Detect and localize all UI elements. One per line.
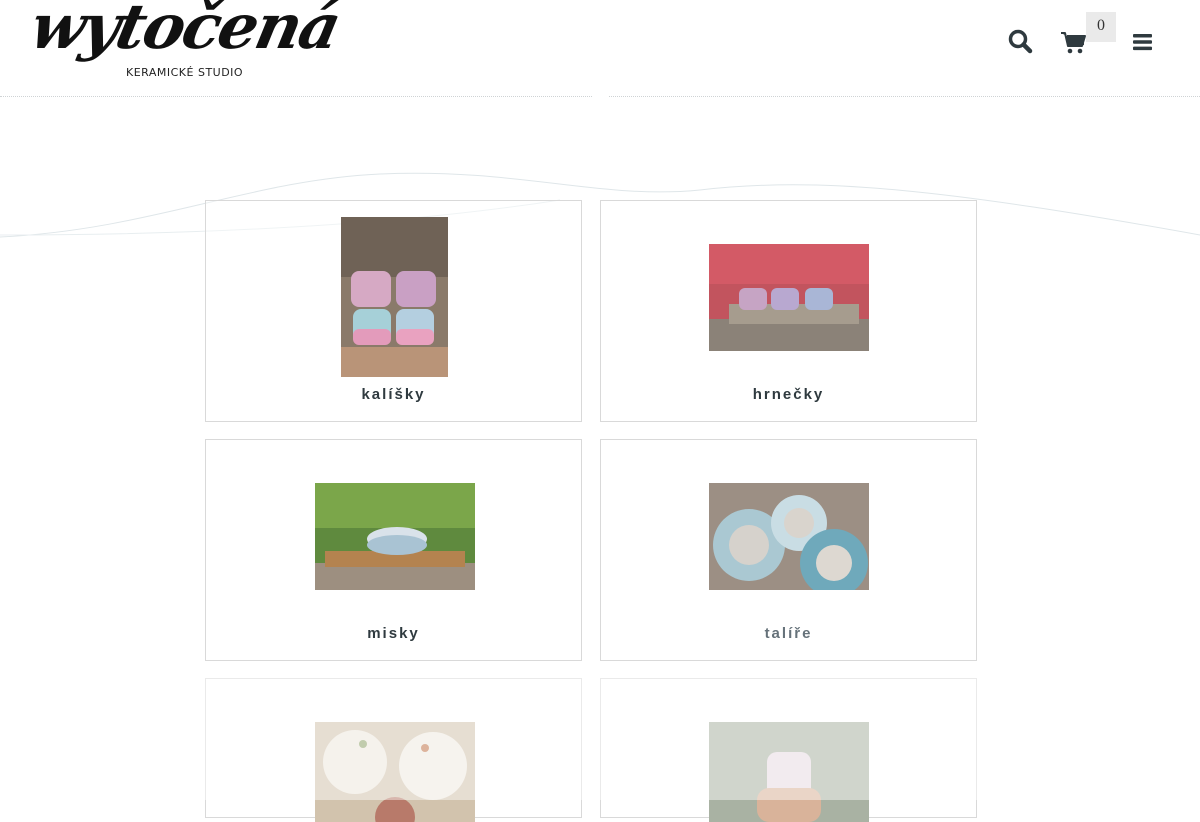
category-card-6[interactable] xyxy=(600,678,977,822)
category-label[interactable]: hrnečky xyxy=(601,386,976,403)
category-card-kalisky[interactable]: kalíšky xyxy=(205,200,582,422)
category-label[interactable]: talíře xyxy=(601,625,976,642)
category-card-5[interactable] xyxy=(205,678,582,822)
logo-wordmark: wytočená xyxy=(24,0,346,63)
cart-count-badge[interactable]: 0 xyxy=(1086,12,1116,42)
category-image-5 xyxy=(315,722,475,822)
category-image-misky xyxy=(315,483,475,590)
category-card-hrnecky[interactable]: hrnečky xyxy=(600,200,977,422)
category-image-kalisky xyxy=(341,217,448,377)
site-logo[interactable]: wytočená KERAMICKÉ STUDIO xyxy=(24,0,345,88)
shopping-cart-icon xyxy=(1061,32,1086,54)
category-label[interactable]: kalíšky xyxy=(206,386,581,403)
header-divider-gap xyxy=(592,90,608,102)
category-card-misky[interactable]: misky xyxy=(205,439,582,661)
search-icon xyxy=(1008,29,1033,54)
cart-button[interactable] xyxy=(1060,28,1088,56)
category-image-hrnecky xyxy=(709,244,869,351)
category-label[interactable]: misky xyxy=(206,625,581,642)
search-button[interactable] xyxy=(1007,28,1035,56)
menu-button[interactable] xyxy=(1130,28,1158,56)
hamburger-menu-icon xyxy=(1133,34,1152,51)
logo-tagline: KERAMICKÉ STUDIO xyxy=(126,66,244,79)
site-header: wytočená KERAMICKÉ STUDIO 0 xyxy=(0,0,1200,96)
category-image-6 xyxy=(709,722,869,822)
category-image-talire xyxy=(709,483,869,590)
category-card-talire[interactable]: talíře xyxy=(600,439,977,661)
